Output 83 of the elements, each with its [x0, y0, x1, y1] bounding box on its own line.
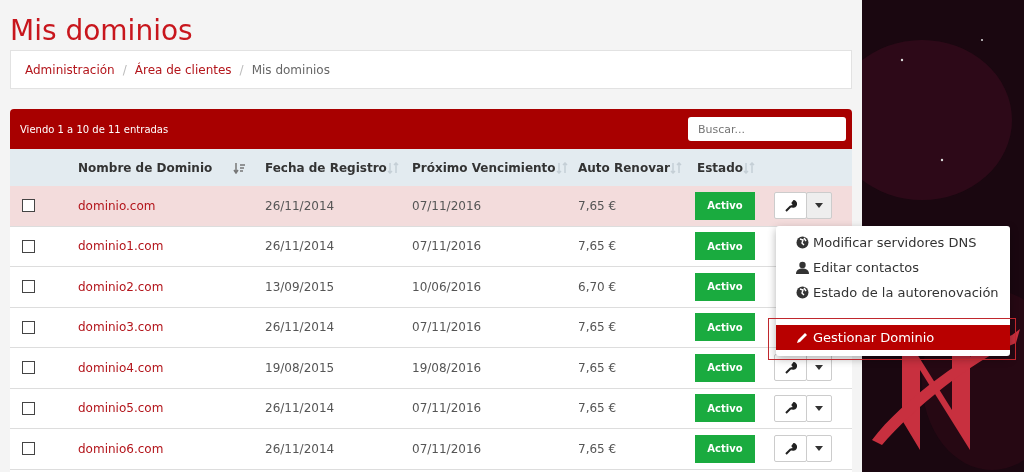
status-badge: Activo: [695, 394, 755, 423]
row-checkbox[interactable]: [22, 239, 35, 253]
row-checkbox[interactable]: [22, 280, 35, 294]
status-badge: Activo: [695, 191, 755, 220]
caret-icon: [815, 405, 823, 411]
table-cell-text: 7,65 €: [577, 401, 618, 416]
dropdown-button[interactable]: [806, 354, 832, 382]
menu-item[interactable]: Gestionar Dominio: [776, 325, 1010, 350]
status-badge: Activo: [695, 434, 755, 463]
menu-item-label: Editar contactos: [813, 260, 919, 275]
breadcrumb-current: Mis dominios: [251, 62, 330, 77]
table-cell-text: 7,65 €: [577, 320, 618, 335]
domain-link[interactable]: dominio3.com: [68, 320, 255, 335]
breadcrumb-separator: /: [122, 62, 127, 77]
row-checkbox[interactable]: [22, 401, 35, 415]
caret-icon: [815, 365, 823, 371]
table-cell-text: 6,70 €: [577, 279, 618, 294]
wrench-icon: [784, 199, 797, 212]
wrench-icon: [784, 402, 797, 415]
pencil-icon: [796, 331, 809, 344]
table-cell-text: 10/06/2016: [411, 279, 483, 294]
caret-icon: [815, 203, 823, 209]
table-cell-text: 19/08/2015: [264, 360, 336, 375]
sort-descending-icon[interactable]: [233, 161, 245, 174]
column-header[interactable]: Próximo Vencimiento: [412, 160, 556, 175]
domain-link[interactable]: dominio6.com: [68, 441, 255, 456]
menu-item[interactable]: Estado de la autorenovación: [776, 280, 1010, 305]
menu-item[interactable]: Editar contactos: [776, 255, 1010, 280]
table-cell-text: 07/11/2016: [411, 198, 483, 213]
table-cell-text: 07/11/2016: [411, 239, 483, 254]
table-cell-text: 26/11/2014: [264, 239, 336, 254]
status-badge: Activo: [695, 232, 755, 261]
manage-button[interactable]: [774, 435, 807, 463]
breadcrumb-link[interactable]: Administración: [25, 62, 115, 77]
table-cell-text: 26/11/2014: [264, 441, 336, 456]
column-header[interactable]: Estado: [697, 160, 743, 175]
dropdown-button[interactable]: [806, 435, 832, 463]
status-badge: Activo: [695, 353, 755, 382]
dropdown-button[interactable]: [806, 192, 832, 220]
menu-item-label: Gestionar Dominio: [813, 330, 935, 345]
table-cell-text: 07/11/2016: [411, 401, 483, 416]
domain-link[interactable]: dominio.com: [68, 198, 255, 213]
column-header[interactable]: Auto Renovar: [578, 160, 670, 175]
user-icon: [796, 261, 809, 274]
globe-icon: [796, 286, 809, 299]
table-cell-text: 07/11/2016: [411, 320, 483, 335]
domain-link[interactable]: dominio1.com: [68, 239, 255, 254]
wrench-icon: [784, 442, 797, 455]
breadcrumb-separator: /: [239, 62, 244, 77]
status-badge: Activo: [695, 313, 755, 342]
menu-item-label: Estado de la autorenovación: [813, 285, 999, 300]
menu-item[interactable]: Modificar servidores DNS: [776, 230, 1010, 255]
row-checkbox[interactable]: [22, 320, 35, 334]
domain-link[interactable]: dominio4.com: [68, 360, 255, 375]
domain-link[interactable]: dominio5.com: [68, 401, 255, 416]
table-cell-text: 7,65 €: [577, 198, 618, 213]
row-checkbox[interactable]: [22, 361, 35, 375]
table-cell-text: 19/08/2016: [411, 360, 483, 375]
table-cell-text: 26/11/2014: [264, 320, 336, 335]
entries-info: Viendo 1 a 10 de 11 entradas: [20, 123, 169, 135]
column-header[interactable]: Nombre de Dominio: [78, 160, 213, 175]
row-checkbox[interactable]: [22, 199, 35, 213]
manage-button[interactable]: [774, 394, 807, 422]
table-cell-text: 26/11/2014: [264, 198, 336, 213]
table-cell-text: 26/11/2014: [264, 401, 336, 416]
menu-item-label: Modificar servidores DNS: [813, 235, 977, 250]
breadcrumb-link[interactable]: Área de clientes: [134, 62, 232, 77]
dropdown-button[interactable]: [806, 394, 832, 422]
wrench-icon: [784, 361, 797, 374]
table-cell-text: 13/09/2015: [264, 279, 336, 294]
domain-link[interactable]: dominio2.com: [68, 279, 255, 294]
table-cell-text: 7,65 €: [577, 360, 618, 375]
manage-button[interactable]: [774, 192, 807, 220]
column-header[interactable]: Fecha de Registro: [265, 160, 387, 175]
row-checkbox[interactable]: [22, 442, 35, 456]
page-title: Mis dominios: [10, 13, 194, 49]
status-badge: Activo: [695, 272, 755, 301]
globe-icon: [796, 236, 809, 249]
table-cell-text: 07/11/2016: [411, 441, 483, 456]
table-cell-text: 7,65 €: [577, 441, 618, 456]
caret-icon: [815, 446, 823, 452]
table-cell-text: 7,65 €: [577, 239, 618, 254]
search-field[interactable]: Buscar...: [688, 117, 846, 141]
